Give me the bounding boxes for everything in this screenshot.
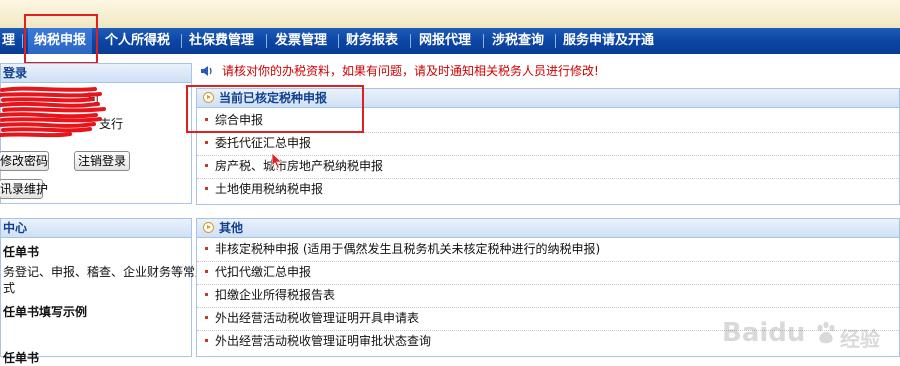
- arrow-circle-icon: [203, 222, 214, 233]
- logout-button[interactable]: 注销登录: [74, 151, 130, 171]
- paw-logo-icon: [817, 321, 835, 344]
- bullet-icon: [205, 164, 208, 167]
- list-item: 房产税、城市房地产税纳税申报: [197, 155, 899, 179]
- nav-separator: [266, 34, 267, 48]
- contacts-maintain-button[interactable]: 讯录维护: [0, 179, 48, 199]
- nav-item-financial-statements[interactable]: 财务报表: [346, 28, 398, 54]
- list-item-link[interactable]: 非核定税种申报 (适用于偶然发生且税务机关未核定税种进行的纳税申报): [215, 238, 600, 261]
- nav-item-social-security[interactable]: 社保费管理: [189, 28, 254, 54]
- bullet-icon: [205, 141, 208, 144]
- speaker-icon: [201, 66, 212, 76]
- nav-item-service-application[interactable]: 服务申请及开通: [563, 28, 654, 54]
- other-panel-header: 其他: [197, 219, 899, 238]
- help-panel-title: 中心: [3, 221, 28, 235]
- help-section-title[interactable]: 任单书: [3, 243, 39, 260]
- list-item-link[interactable]: 土地使用税纳税申报: [215, 178, 323, 201]
- list-item-link[interactable]: 外出经营活动税收管理证明开具申请表: [215, 307, 419, 330]
- nav-item-personal-income-tax[interactable]: 个人所得税: [105, 28, 170, 54]
- list-item-link[interactable]: 外出经营活动税收管理证明审批状态查询: [215, 330, 431, 353]
- nav-separator: [181, 34, 182, 48]
- bullet-icon: [205, 187, 208, 190]
- list-item-link[interactable]: 委托代征汇总申报: [215, 132, 311, 155]
- nav-separator: [555, 34, 556, 48]
- list-item-link[interactable]: 代扣代缴汇总申报: [215, 261, 311, 284]
- help-section-title[interactable]: 任单书: [3, 349, 39, 366]
- bullet-icon: [205, 270, 208, 273]
- list-item-link[interactable]: 扣缴企业所得税报告表: [215, 284, 335, 307]
- notice-text: 请核对你的办税资料，如果有问题，请及时通知相关税务人员进行修改!: [222, 64, 599, 78]
- nav-item-online-agent[interactable]: 网报代理: [419, 28, 471, 54]
- bullet-icon: [205, 293, 208, 296]
- nav-item-management[interactable]: 理: [2, 28, 15, 54]
- mouse-cursor-icon: [271, 152, 283, 170]
- help-panel-header: 中心: [1, 219, 191, 238]
- nav-separator: [410, 34, 411, 48]
- list-item: 代扣代缴汇总申报: [197, 261, 899, 285]
- nav-separator: [22, 34, 23, 48]
- top-banner-strip: [0, 0, 900, 29]
- list-item: 非核定税种申报 (适用于偶然发生且税务机关未核定税种进行的纳税申报): [197, 238, 899, 262]
- list-item: 扣缴企业所得税报告表: [197, 284, 899, 308]
- watermark-suffix: 经验: [840, 327, 880, 351]
- annotation-box-nav: [24, 14, 98, 64]
- list-item: 委托代征汇总申报: [197, 132, 899, 156]
- login-panel-title: 登录: [3, 66, 28, 80]
- nav-item-invoice-management[interactable]: 发票管理: [275, 28, 327, 54]
- redaction-scribble: [0, 86, 106, 138]
- nav-separator: [483, 34, 484, 48]
- list-item-link[interactable]: 房产税、城市房地产税纳税申报: [215, 155, 383, 178]
- login-panel-header: 登录: [1, 64, 191, 83]
- help-section-text: 式: [3, 281, 16, 295]
- help-section-text: 务登记、申报、稽查、企业财务等常用报: [3, 265, 220, 279]
- nav-item-tax-query[interactable]: 涉税查询: [492, 28, 544, 54]
- bullet-icon: [205, 339, 208, 342]
- list-item: 土地使用税纳税申报: [197, 178, 899, 201]
- watermark-brand: Baidu: [722, 318, 806, 348]
- other-panel-title: 其他: [219, 221, 244, 235]
- nav-separator: [338, 34, 339, 48]
- annotation-box-declaration: [186, 85, 364, 133]
- bullet-icon: [205, 316, 208, 319]
- bullet-icon: [205, 247, 208, 250]
- help-section-example-link[interactable]: 任单书填写示例: [3, 303, 87, 320]
- help-center-panel: 中心 任单书 务登记、申报、稽查、企业财务等常用报 式 任单书填写示例 任单书: [0, 218, 219, 365]
- change-password-button[interactable]: 修改密码: [0, 151, 49, 171]
- main-nav-bar: 理 纳税申报 个人所得税 社保费管理 发票管理 财务报表 网报代理 涉税查询 服…: [0, 28, 900, 54]
